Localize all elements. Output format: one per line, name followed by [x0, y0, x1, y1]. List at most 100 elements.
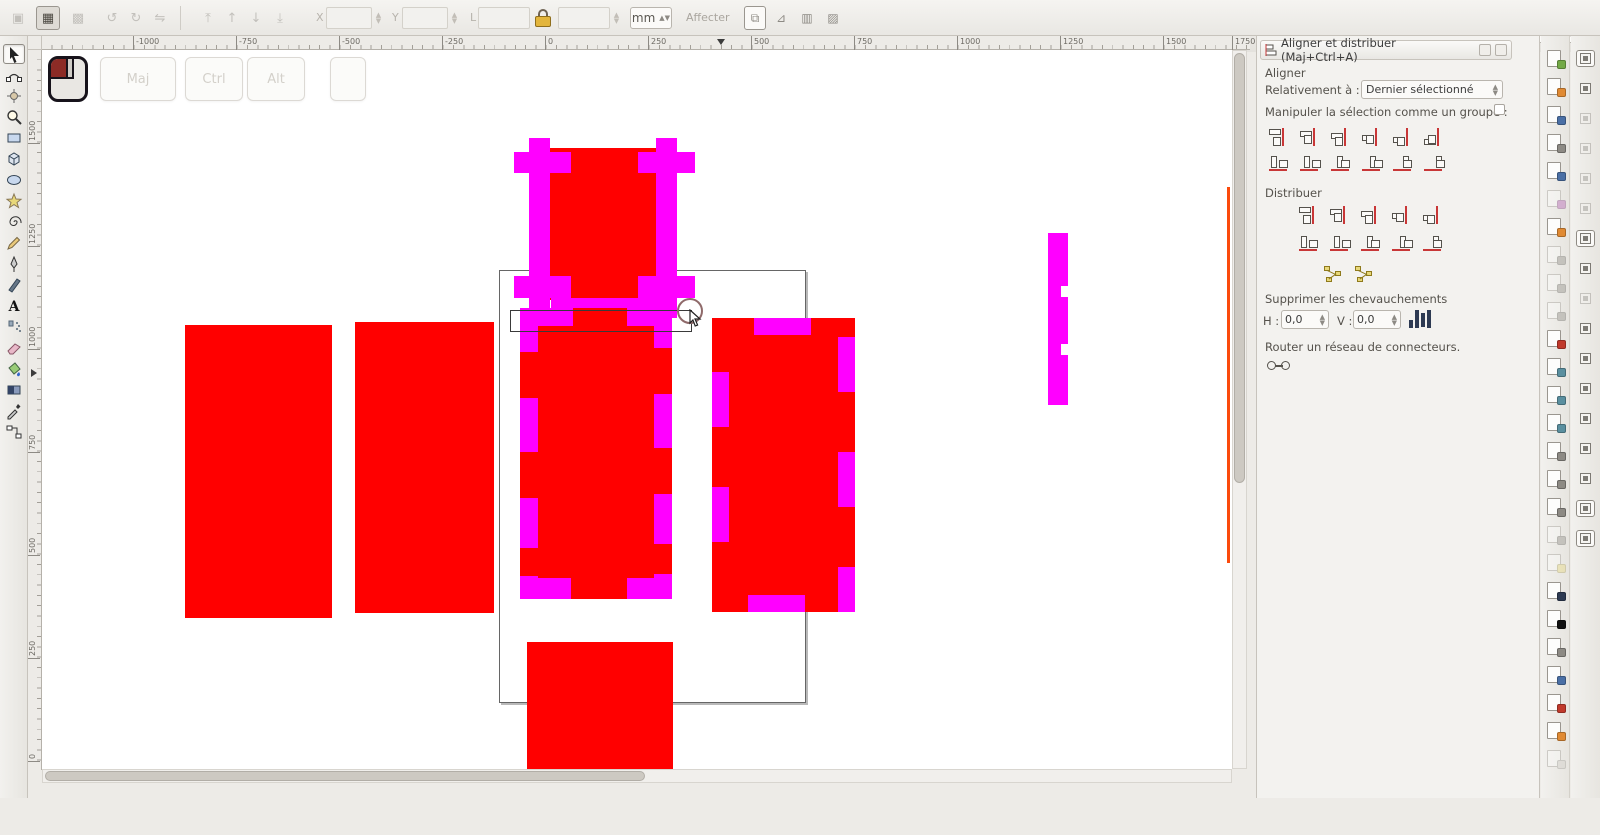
shape-gap[interactable] [520, 452, 538, 498]
h-gap-field[interactable]: 0,0▲▼ [1281, 310, 1329, 329]
y-field[interactable] [402, 7, 448, 29]
find-button[interactable] [1545, 330, 1566, 349]
center-horizontal-axis-button[interactable] [1327, 152, 1356, 177]
panel-float-button[interactable] [1479, 44, 1491, 56]
center-vertical-axis-button[interactable] [1327, 124, 1356, 149]
select-original-button[interactable] [1545, 526, 1566, 545]
align-bottom-edges-button[interactable] [1358, 152, 1387, 177]
lower-to-bottom-button[interactable]: ⤓ [268, 6, 292, 30]
snap-grids-toggle[interactable] [1576, 500, 1595, 517]
about-button[interactable] [1545, 750, 1566, 769]
zoom-width-button[interactable] [1545, 414, 1566, 433]
distribute-top-edges-button[interactable] [1295, 232, 1324, 257]
distribute-centers-h-button[interactable] [1326, 202, 1355, 227]
scale-corners-toggle[interactable]: ⊿ [770, 6, 792, 30]
snap-midpoints-toggle[interactable] [1576, 380, 1595, 397]
select-all-layers-button[interactable]: ▩ [66, 6, 90, 30]
horizontal-scrollbar[interactable] [42, 769, 1232, 783]
shape-strip-right[interactable] [1048, 233, 1068, 405]
text-align-vertical-button[interactable] [1420, 152, 1449, 177]
shape-tab[interactable] [754, 318, 811, 335]
xml-editor-button[interactable] [1545, 666, 1566, 685]
distribute-equal-hgaps-button[interactable] [1388, 202, 1417, 227]
shape-gap[interactable] [520, 548, 538, 576]
shape-torso-front-core[interactable] [538, 326, 654, 578]
shape-tab[interactable] [838, 337, 855, 392]
tool-tweak[interactable] [3, 86, 25, 106]
width-field[interactable] [478, 7, 530, 29]
shape-rect-bottom[interactable] [527, 642, 673, 769]
snap-bbox-edge-midpoints-toggle[interactable] [1576, 170, 1595, 187]
tool-zoom[interactable] [3, 107, 25, 127]
shape-tab[interactable] [638, 276, 695, 298]
shape-tab[interactable] [838, 567, 855, 612]
tool-pencil[interactable] [3, 233, 25, 253]
rotate-cw-button[interactable]: ↻ [124, 6, 148, 30]
tool-spray[interactable] [3, 317, 25, 337]
snap-paths-toggle[interactable] [1576, 260, 1595, 277]
v-gap-field[interactable]: 0,0▲▼ [1353, 310, 1401, 329]
tool-spiral[interactable] [3, 212, 25, 232]
preferences-button[interactable] [1545, 722, 1566, 741]
y-spinner[interactable]: ▲▼ [448, 7, 461, 29]
tool-selector[interactable] [3, 44, 25, 64]
move-patterns-toggle[interactable]: ▨ [822, 6, 844, 30]
x-spinner[interactable]: ▲▼ [372, 7, 385, 29]
align-left-edges-button[interactable] [1296, 124, 1325, 149]
zoom-drawing-button[interactable] [1545, 358, 1566, 377]
shape-tab[interactable] [748, 595, 805, 612]
tool-text[interactable]: A [3, 296, 25, 316]
snap-object-centers-toggle[interactable] [1576, 410, 1595, 427]
distribute-left-edges-button[interactable] [1295, 202, 1324, 227]
fill-stroke-button[interactable] [1545, 582, 1566, 601]
select-all-button[interactable]: ▦ [36, 6, 60, 30]
tool-node[interactable] [3, 65, 25, 85]
tool-eraser[interactable] [3, 338, 25, 358]
shape-tab[interactable] [838, 452, 855, 507]
shape-tab[interactable] [712, 372, 729, 427]
snap-guides-toggle[interactable] [1576, 530, 1595, 547]
tool-pen[interactable] [3, 254, 25, 274]
snap-master-toggle[interactable] [1576, 50, 1595, 67]
vertical-ruler[interactable]: 1500125010007505002500 [28, 50, 42, 770]
tool-connector[interactable] [3, 422, 25, 442]
tool-ellipse[interactable] [3, 170, 25, 190]
duplicate-button[interactable] [1545, 442, 1566, 461]
shape-tab[interactable] [712, 487, 729, 542]
snap-bbox-toggle[interactable] [1576, 80, 1595, 97]
height-field[interactable] [558, 7, 610, 29]
align-dialog-button[interactable] [1545, 694, 1566, 713]
shape-notch[interactable] [1061, 286, 1068, 297]
unlink-clone-button[interactable] [1545, 498, 1566, 517]
randomize-button[interactable] [1350, 262, 1379, 287]
copy-button[interactable] [1545, 274, 1566, 293]
shape-gap[interactable] [654, 448, 672, 494]
flip-horizontal-button[interactable]: ⇋ [148, 6, 172, 30]
align-left-to-right-edge-button[interactable] [1389, 124, 1418, 149]
shape-rect-left-1[interactable] [185, 325, 332, 618]
shape-tab[interactable] [514, 152, 571, 173]
document-new-button[interactable] [1545, 50, 1566, 69]
text-align-horizontal-button[interactable] [1420, 124, 1449, 149]
snap-smooth-nodes-toggle[interactable] [1576, 350, 1595, 367]
horizontal-ruler[interactable]: -1000-750-500-25002505007501000125015001… [42, 36, 1250, 50]
layers-button[interactable] [1545, 638, 1566, 657]
horizontal-scrollbar-thumb[interactable] [45, 771, 645, 781]
group-button[interactable] [1545, 554, 1566, 573]
tool-calligraphy[interactable] [3, 275, 25, 295]
raise-button[interactable]: ↑ [220, 6, 244, 30]
unclump-button[interactable] [1319, 262, 1348, 287]
rotate-ccw-button[interactable]: ↺ [100, 6, 124, 30]
export-button[interactable] [1545, 190, 1566, 209]
snap-bbox-corners-toggle[interactable] [1576, 140, 1595, 157]
tool-bucket[interactable] [3, 359, 25, 379]
document-open-button[interactable] [1545, 78, 1566, 97]
scale-stroke-toggle[interactable]: ⧉ [744, 6, 766, 30]
tool-gradient[interactable] [3, 380, 25, 400]
height-spinner[interactable]: ▲▼ [610, 7, 623, 29]
vertical-scrollbar-thumb[interactable] [1234, 53, 1245, 483]
snap-path-intersections-toggle[interactable] [1576, 290, 1595, 307]
lock-ratio-icon[interactable] [534, 8, 552, 28]
document-print-button[interactable] [1545, 134, 1566, 153]
canvas[interactable] [42, 50, 1232, 769]
